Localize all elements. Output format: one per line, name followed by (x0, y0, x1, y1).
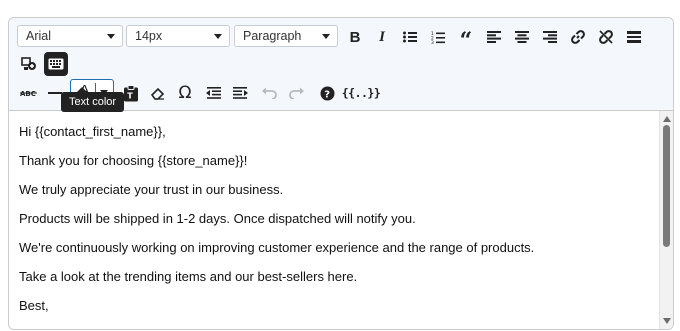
numbered-list-icon: 1 2 3 (431, 31, 445, 44)
keyboard-icon (48, 58, 64, 70)
chevron-down-icon (107, 34, 115, 39)
unlink-button[interactable] (594, 25, 618, 49)
font-family-select[interactable]: Arial (17, 25, 123, 47)
bullet-list-button[interactable] (398, 25, 422, 49)
align-right-button[interactable] (538, 25, 562, 49)
svg-text:3: 3 (431, 40, 434, 44)
font-size-value: 14px (135, 29, 163, 43)
special-character-icon: Ω (178, 83, 192, 103)
content-line-improvement: We're continuously working on improving … (19, 240, 535, 255)
merge-tags-button[interactable]: {{..}} (341, 81, 381, 105)
strikethrough-button[interactable]: ABC (17, 81, 41, 105)
italic-button[interactable]: I (370, 25, 394, 49)
blockquote-icon: “ (459, 28, 473, 54)
block-format-select[interactable]: Paragraph (234, 25, 338, 47)
clear-formatting-icon (150, 87, 165, 100)
redo-button[interactable] (285, 81, 309, 105)
bullet-list-icon (403, 31, 417, 43)
content-line-thanks: Thank you for choosing {{store_name}}! (19, 153, 248, 168)
help-button[interactable]: ? (315, 81, 339, 105)
font-family-value: Arial (26, 29, 52, 43)
align-center-button[interactable] (510, 25, 534, 49)
toolbar-toggle-button[interactable] (622, 25, 646, 49)
special-character-button[interactable]: Ω (173, 81, 197, 105)
chevron-down-icon (322, 34, 330, 39)
numbered-list-button[interactable]: 1 2 3 (426, 25, 450, 49)
clear-formatting-button[interactable] (146, 81, 170, 105)
help-icon: ? (320, 86, 334, 100)
undo-button[interactable] (257, 81, 281, 105)
blockquote-button[interactable]: “ (454, 25, 478, 54)
insert-image-icon (21, 57, 36, 70)
svg-text:?: ? (324, 89, 330, 100)
content-line-appreciation: We truly appreciate your trust in our bu… (19, 182, 284, 197)
rich-text-editor: Arial 14px Paragraph B I 1 2 3 “ ABC T Ω… (8, 17, 674, 330)
horizontal-line-icon (48, 92, 62, 94)
indent-button[interactable] (228, 81, 252, 105)
scrollbar-thumb[interactable] (663, 125, 670, 247)
block-format-value: Paragraph (243, 29, 302, 43)
merge-tags-icon: {{..}} (341, 86, 381, 100)
content-line-trending: Take a look at the trending items and ou… (19, 269, 358, 284)
keyboard-button[interactable] (44, 52, 68, 76)
outdent-icon (205, 87, 221, 99)
align-right-icon (543, 31, 557, 43)
content-line-greeting: Hi {{contact_first_name}}, (19, 124, 166, 139)
indent-icon (232, 87, 248, 99)
toolbar-toggle-icon (627, 31, 641, 43)
unlink-icon (599, 30, 613, 44)
align-left-icon (487, 31, 501, 43)
link-icon (571, 30, 585, 44)
toolbar-row-1: Arial 14px Paragraph B I 1 2 3 “ (9, 25, 673, 54)
align-center-icon (515, 31, 529, 43)
chevron-down-icon (214, 34, 222, 39)
insert-image-button[interactable] (17, 52, 41, 76)
outdent-button[interactable] (201, 81, 225, 105)
content-line-shipping: Products will be shipped in 1-2 days. On… (19, 211, 416, 226)
scroll-down-arrow-icon[interactable] (663, 318, 671, 324)
align-left-button[interactable] (482, 25, 506, 49)
redo-icon (289, 87, 304, 99)
svg-text:T: T (127, 91, 133, 100)
undo-icon (262, 87, 277, 99)
content-scrollbar[interactable] (659, 111, 673, 329)
content-line-signoff: Best, (19, 298, 49, 313)
svg-text:ABC: ABC (20, 90, 36, 98)
text-color-tooltip: Text color (61, 87, 125, 112)
strikethrough-icon: ABC (20, 90, 37, 98)
font-size-select[interactable]: 14px (126, 25, 230, 47)
insert-link-button[interactable] (566, 25, 590, 49)
editor-content[interactable]: Hi {{contact_first_name}}, Thank you for… (9, 111, 659, 329)
bold-icon: B (349, 28, 361, 46)
italic-icon: I (379, 28, 385, 45)
scroll-up-arrow-icon[interactable] (663, 116, 671, 122)
paste-as-text-icon: T (124, 84, 138, 101)
bold-button[interactable]: B (343, 25, 367, 49)
